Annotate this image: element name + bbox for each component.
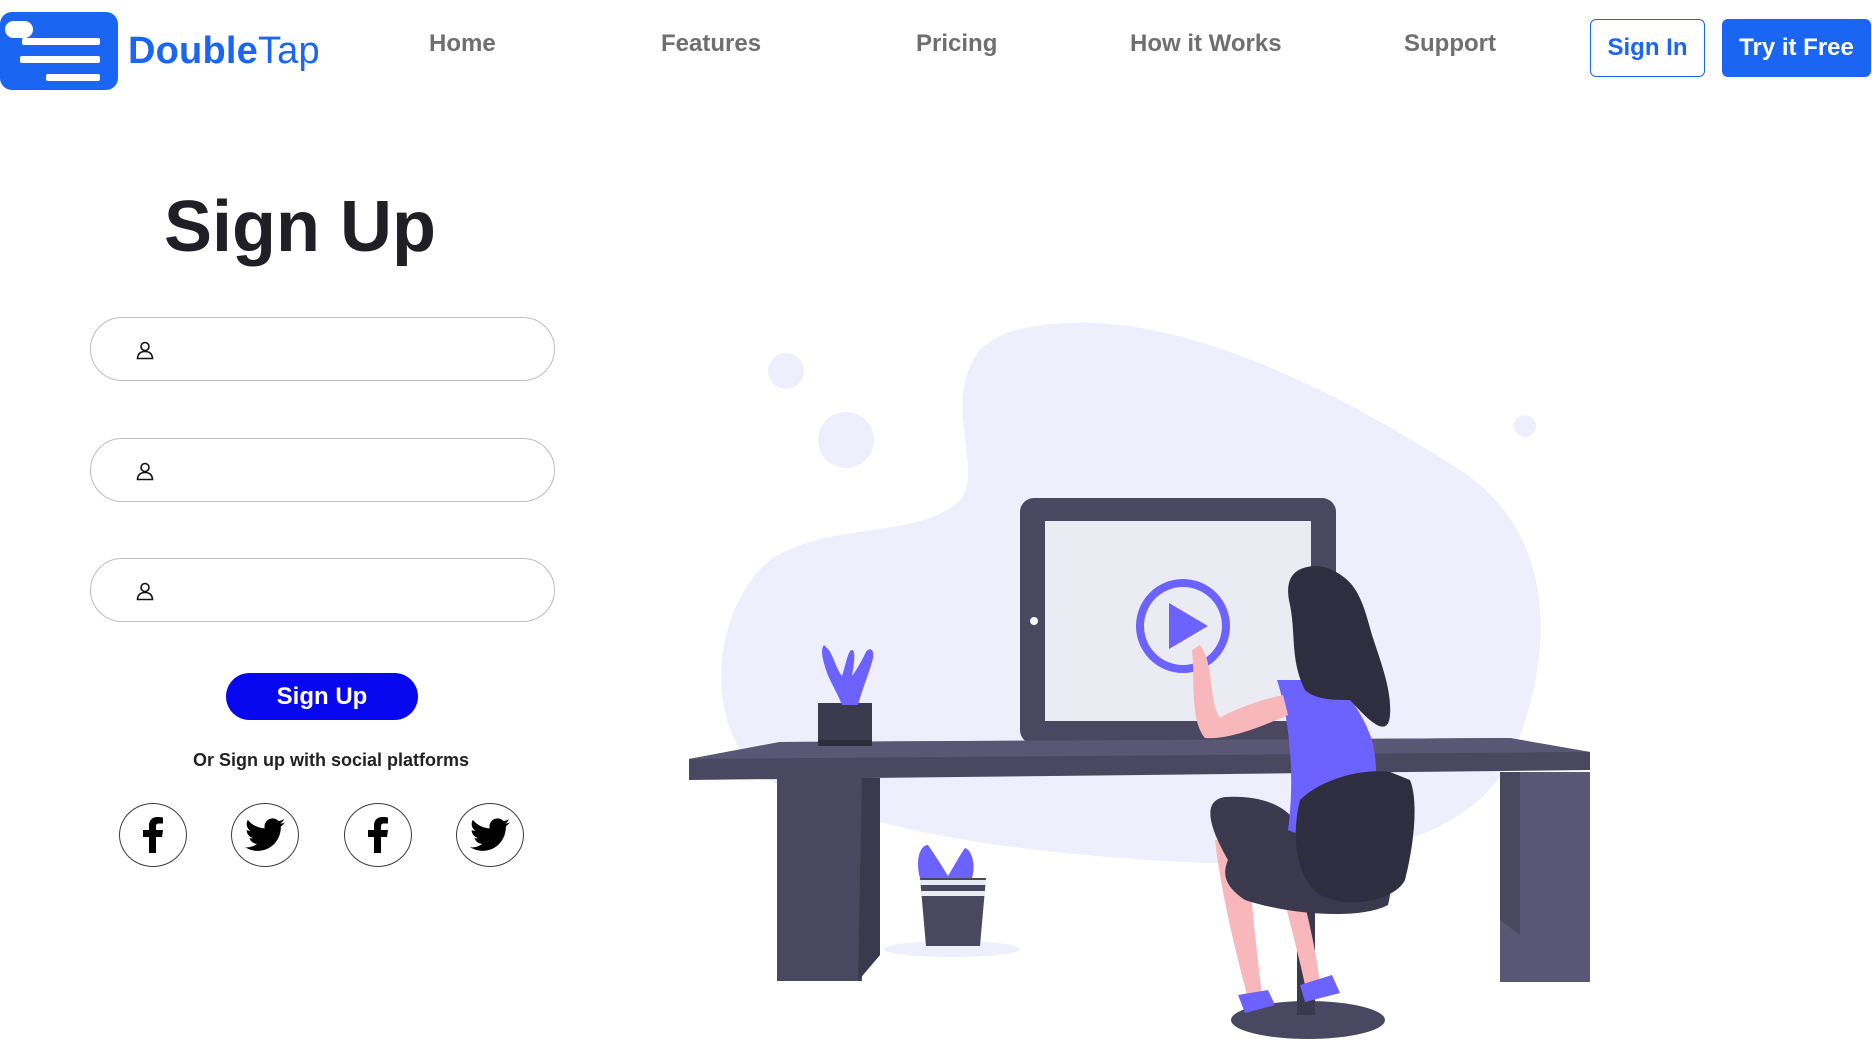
brand-name-regular: Tap bbox=[257, 29, 320, 72]
user-icon bbox=[136, 462, 154, 481]
nav-item-pricing[interactable]: Pricing bbox=[916, 30, 997, 58]
decor-dot bbox=[818, 412, 874, 468]
decor-dot bbox=[768, 353, 804, 389]
user-icon bbox=[136, 341, 154, 360]
try-it-free-button[interactable]: Try it Free bbox=[1722, 19, 1871, 77]
facebook-signup-button[interactable] bbox=[344, 803, 412, 867]
nav-item-support[interactable]: Support bbox=[1404, 30, 1496, 58]
sign-up-button[interactable]: Sign Up bbox=[226, 673, 418, 720]
site-header: DoubleTap Home Features Pricing How it W… bbox=[0, 0, 1872, 95]
hero-illustration bbox=[689, 322, 1590, 1039]
signup-field-3[interactable] bbox=[90, 558, 555, 622]
twitter-icon bbox=[470, 818, 510, 851]
twitter-signup-button[interactable] bbox=[231, 803, 299, 867]
signup-field-1[interactable] bbox=[90, 317, 555, 381]
social-signup-text: Or Sign up with social platforms bbox=[193, 750, 470, 770]
signup-field-2[interactable] bbox=[90, 438, 555, 502]
brand-name: DoubleTap bbox=[128, 30, 320, 73]
sign-in-button[interactable]: Sign In bbox=[1590, 19, 1705, 77]
decor-dot bbox=[1514, 415, 1536, 437]
facebook-signup-button[interactable] bbox=[119, 803, 187, 867]
logo-icon bbox=[0, 12, 118, 90]
user-icon bbox=[136, 582, 154, 601]
brand-logo[interactable]: DoubleTap bbox=[0, 12, 320, 90]
floor-plant bbox=[884, 845, 1020, 957]
signup-input-1[interactable] bbox=[175, 328, 535, 370]
nav-item-home[interactable]: Home bbox=[429, 30, 496, 58]
twitter-icon bbox=[245, 818, 285, 851]
nav-item-features[interactable]: Features bbox=[661, 30, 761, 58]
twitter-signup-button[interactable] bbox=[456, 803, 524, 867]
signup-input-3[interactable] bbox=[175, 569, 535, 611]
signup-input-2[interactable] bbox=[175, 449, 535, 491]
nav-item-how-it-works[interactable]: How it Works bbox=[1130, 30, 1282, 58]
page-title: Sign Up bbox=[164, 187, 436, 267]
facebook-icon bbox=[368, 817, 388, 853]
facebook-icon bbox=[143, 817, 163, 853]
brand-name-bold: Double bbox=[128, 29, 258, 72]
